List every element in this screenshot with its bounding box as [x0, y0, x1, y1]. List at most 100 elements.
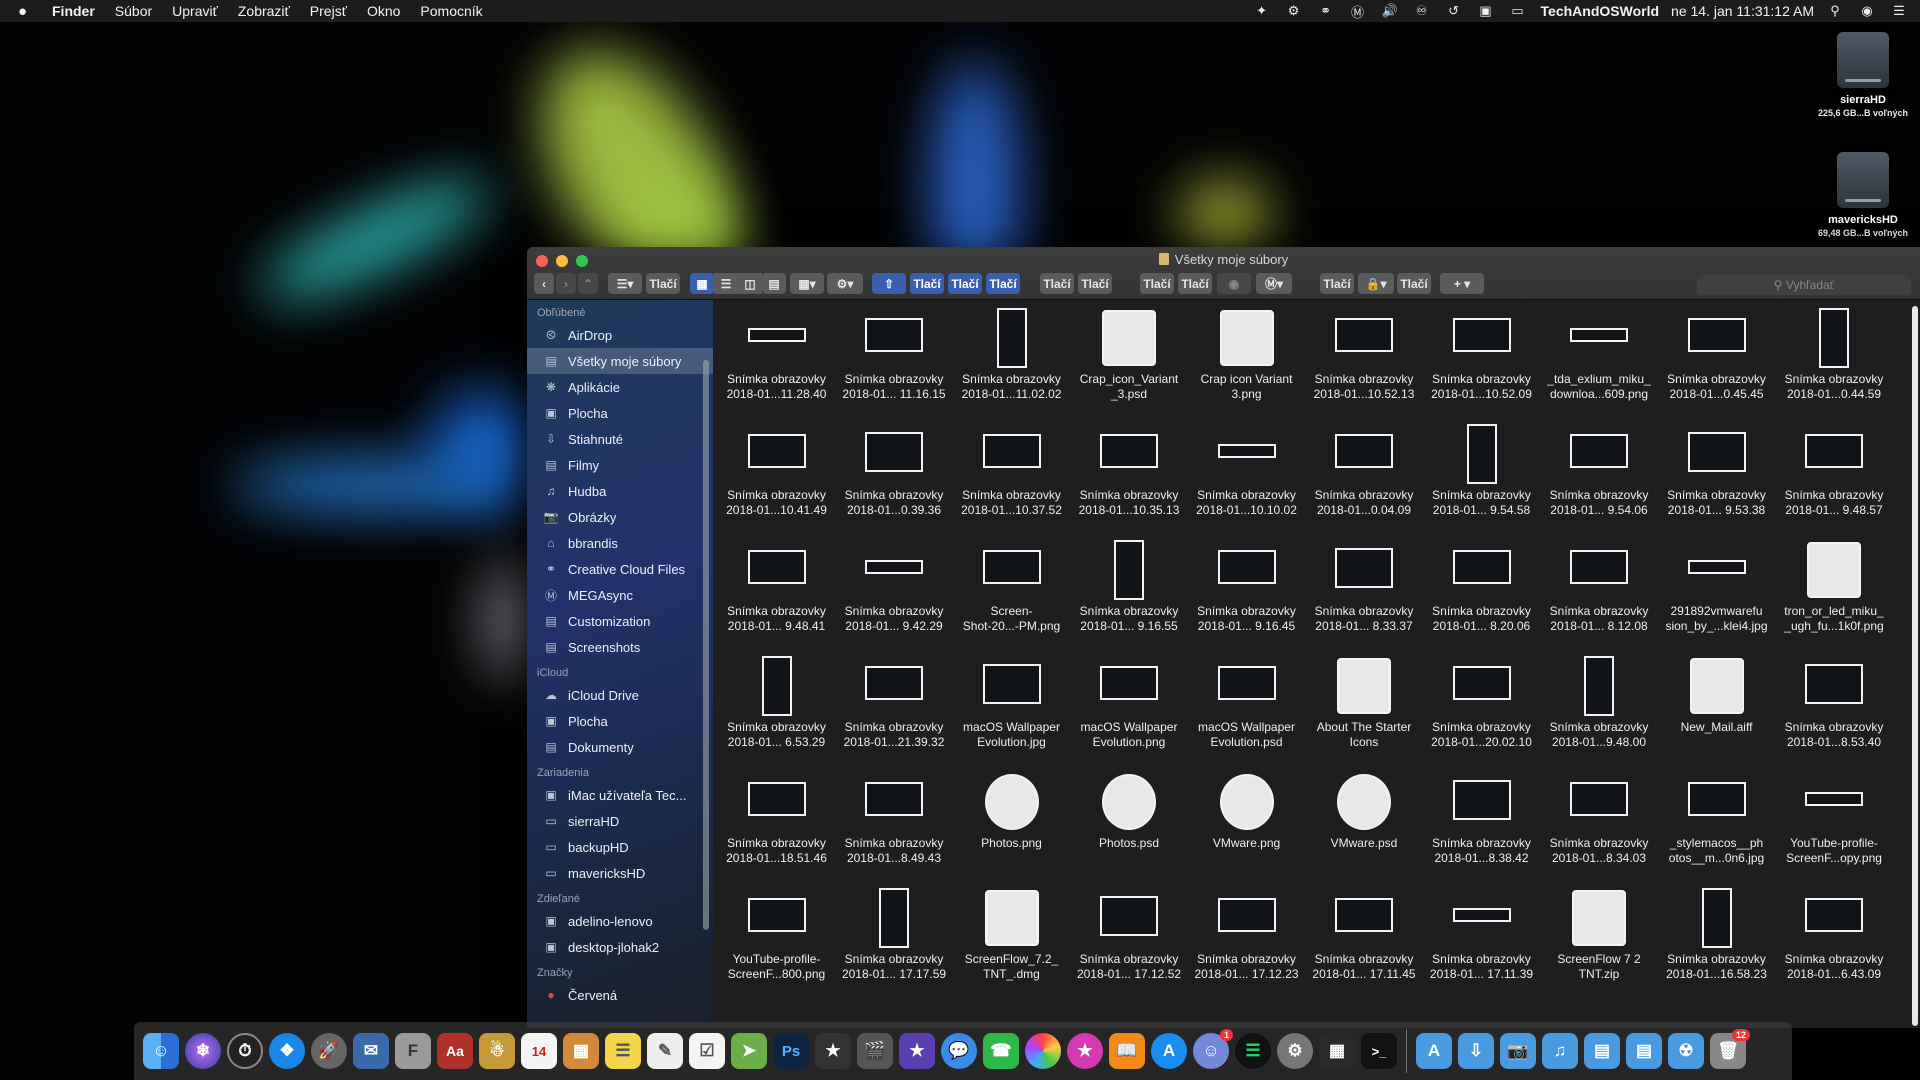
file-item[interactable]: Snímka obrazovky 2018-01... 9.42.29	[836, 538, 953, 650]
icon-view-button[interactable]: ▦	[690, 273, 714, 294]
status-cc-icon[interactable]: ⚭	[1315, 3, 1337, 19]
file-item[interactable]: Snímka obrazovky 2018-01... 9.48.57	[1776, 422, 1893, 534]
dock-activity-icon[interactable]: ▦	[1319, 1033, 1355, 1069]
file-item[interactable]: macOS Wallpaper Evolution.psd	[1188, 654, 1305, 766]
toolbar-button-5[interactable]: Tlačí	[1040, 273, 1074, 294]
toolbar-button-3[interactable]: Tlačí	[948, 273, 982, 294]
dock-siri-icon[interactable]: ❄	[185, 1033, 221, 1069]
menu-app-finder[interactable]: Finder	[52, 3, 95, 19]
dock-pictures-folder-icon[interactable]: 📷	[1500, 1033, 1536, 1069]
file-item[interactable]: Photos.png	[953, 770, 1070, 882]
file-item[interactable]: Snímka obrazovky 2018-01... 17.12.52	[1071, 886, 1188, 998]
sidebar-item[interactable]: ⇩ Stiahnuté	[527, 426, 713, 452]
airplay-icon[interactable]: ▭	[1507, 3, 1529, 19]
file-item[interactable]: Snímka obrazovky 2018-01... 9.48.41	[718, 538, 835, 650]
dock-textedit-icon[interactable]: ✎	[647, 1033, 683, 1069]
sidebar-item[interactable]: ▣ adelino-lenovo	[527, 908, 713, 934]
dock-radioactive-folder-icon[interactable]: ☢	[1668, 1033, 1704, 1069]
sidebar-item[interactable]: ❋ Aplikácie	[527, 374, 713, 400]
sidebar-item[interactable]: ⧀ AirDrop	[527, 322, 713, 348]
status-pin-icon[interactable]: ✦	[1251, 3, 1273, 19]
status-mega-icon[interactable]: Ⓜ	[1347, 3, 1369, 20]
dock-launchpad-icon[interactable]: 🚀	[311, 1033, 347, 1069]
file-item[interactable]: Snímka obrazovky 2018-01...0.04.09	[1306, 422, 1423, 534]
file-item[interactable]: VMware.png	[1188, 770, 1305, 882]
file-item[interactable]: Snímka obrazovky 2018-01... 8.33.37	[1306, 538, 1423, 650]
sidebar-item[interactable]: Ⓜ MEGAsync	[527, 582, 713, 608]
column-view-button[interactable]: ◫	[738, 273, 762, 294]
file-item[interactable]: Screen- Shot-20...-PM.png	[953, 538, 1070, 650]
dock-fontbook-icon[interactable]: F	[395, 1033, 431, 1069]
toolbar-button-6[interactable]: Tlačí	[1078, 273, 1112, 294]
file-item[interactable]: YouTube-profile- ScreenF...800.png	[718, 886, 835, 998]
file-item[interactable]: Snímka obrazovky 2018-01...0.45.45	[1658, 306, 1775, 418]
toolbar-button-9[interactable]: Tlačí	[1320, 273, 1354, 294]
dock-finalcut-icon[interactable]: ★	[815, 1033, 851, 1069]
dock-discord-icon[interactable]: ☺ 1	[1193, 1029, 1233, 1069]
file-item[interactable]: Crap icon Variant 3.png	[1188, 306, 1305, 418]
menu-go[interactable]: Prejsť	[310, 3, 347, 19]
file-item[interactable]: Snímka obrazovky 2018-01... 8.12.08	[1541, 538, 1658, 650]
sidebar-item[interactable]: ▣ iMac užívateľa Tec...	[527, 782, 713, 808]
file-item[interactable]: Snímka obrazovky 2018-01...0.44.59	[1776, 306, 1893, 418]
dock-documents-folder-icon[interactable]: ▤	[1584, 1033, 1620, 1069]
forward-button[interactable]: ›	[556, 273, 576, 294]
file-item[interactable]: Snímka obrazovky 2018-01...0.39.36	[836, 422, 953, 534]
sidebar-item[interactable]: ▭ mavericksHD	[527, 860, 713, 886]
file-item[interactable]: ScreenFlow 7 2 TNT.zip	[1541, 886, 1658, 998]
dock-folder-icon[interactable]: ▤	[1626, 1033, 1662, 1069]
file-item[interactable]: Snímka obrazovky 2018-01... 17.11.39	[1423, 886, 1540, 998]
sidebar-item[interactable]: ● Červená	[527, 982, 713, 1008]
dock-ibooks-icon[interactable]: 📖	[1109, 1033, 1145, 1069]
notification-center-icon[interactable]: ☰	[1888, 3, 1910, 19]
file-item[interactable]: Snímka obrazovky 2018-01...8.53.40	[1776, 654, 1893, 766]
menu-view[interactable]: Zobraziť	[238, 3, 290, 19]
file-item[interactable]: Snímka obrazovky 2018-01... 9.53.38	[1658, 422, 1775, 534]
toolbar-button-8[interactable]: Tlačí	[1178, 273, 1212, 294]
gallery-view-button[interactable]: ▤	[762, 273, 786, 294]
dock-facetime-icon[interactable]: ☎	[983, 1033, 1019, 1069]
file-item[interactable]: Snímka obrazovky 2018-01... 17.11.45	[1306, 886, 1423, 998]
sidebar-item[interactable]: ▤ Dokumenty	[527, 734, 713, 760]
file-item[interactable]: ScreenFlow_7.2_ TNT_.dmg	[953, 886, 1070, 998]
dock-calendar-icon[interactable]: 14	[521, 1033, 557, 1069]
file-item[interactable]: Snímka obrazovky 2018-01...10.10.02	[1188, 422, 1305, 534]
toolbar-button-4[interactable]: Tlačí	[986, 273, 1020, 294]
clock[interactable]: ne 14. jan 11:31:12 AM	[1671, 3, 1814, 19]
dock-photoshop-icon[interactable]: Ps	[773, 1033, 809, 1069]
dock-system-preferences-icon[interactable]: ⚙	[1277, 1033, 1313, 1069]
dock-photos-icon[interactable]	[1025, 1033, 1061, 1069]
file-item[interactable]: Snímka obrazovky 2018-01... 9.16.45	[1188, 538, 1305, 650]
file-item[interactable]: Snímka obrazovky 2018-01...6.43.09	[1776, 886, 1893, 998]
file-item[interactable]: YouTube-profile- ScreenF...opy.png	[1776, 770, 1893, 882]
file-item[interactable]: tron_or_led_miku_ _ugh_fu...1k0f.png	[1776, 538, 1893, 650]
menu-help[interactable]: Pomocník	[420, 3, 482, 19]
sidebar-item[interactable]: ▭ backupHD	[527, 834, 713, 860]
dock-finder-icon[interactable]: ☺	[143, 1033, 179, 1069]
sidebar-scrollbar[interactable]	[703, 360, 709, 930]
spotlight-search-icon[interactable]: ⚲	[1824, 3, 1846, 19]
file-item[interactable]: Snímka obrazovky 2018-01... 9.16.55	[1071, 538, 1188, 650]
action-gear-button[interactable]: ⚙▾	[827, 273, 863, 294]
menu-window[interactable]: Okno	[367, 3, 400, 19]
dock-notes-board-icon[interactable]: ▦	[563, 1033, 599, 1069]
file-item[interactable]: Snímka obrazovky 2018-01...8.34.03	[1541, 770, 1658, 882]
mega-menu-button[interactable]: Ⓜ▾	[1256, 273, 1292, 294]
file-item[interactable]: Snímka obrazovky 2018-01... 17.17.59	[836, 886, 953, 998]
desktop-drive-mavericksHD[interactable]: mavericksHD 69,48 GB...B voľných	[1808, 152, 1918, 238]
display-icon[interactable]: ▣	[1475, 3, 1497, 19]
sidebar-item[interactable]: ☁ iCloud Drive	[527, 682, 713, 708]
dock-mail-bird-icon[interactable]: ✉	[353, 1033, 389, 1069]
file-item[interactable]: Snímka obrazovky 2018-01...20.02.10	[1423, 654, 1540, 766]
sidebar-item[interactable]: ♫ Hudba	[527, 478, 713, 504]
file-item[interactable]: Photos.psd	[1071, 770, 1188, 882]
dock-applications-folder-icon[interactable]: A	[1416, 1033, 1452, 1069]
user-menu[interactable]: TechAndOSWorld	[1541, 3, 1659, 19]
file-item[interactable]: macOS Wallpaper Evolution.jpg	[953, 654, 1070, 766]
file-item[interactable]: Snímka obrazovky 2018-01...11.02.02	[953, 306, 1070, 418]
dock-maps-icon[interactable]: ➤	[731, 1033, 767, 1069]
file-item[interactable]: Snímka obrazovky 2018-01... 9.54.06	[1541, 422, 1658, 534]
search-field[interactable]: ⚲ Vyhľadať	[1697, 275, 1911, 295]
sidebar-item[interactable]: ⌂ bbrandis	[527, 530, 713, 556]
file-item[interactable]: New_Mail.aiff	[1658, 654, 1775, 766]
